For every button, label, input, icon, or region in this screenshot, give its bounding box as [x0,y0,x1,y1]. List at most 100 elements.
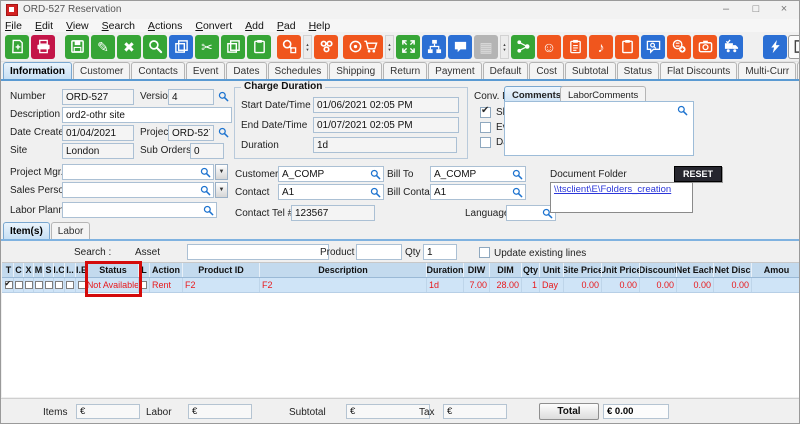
grid-col-product-id[interactable]: Product ID [183,263,260,277]
grid-col-dim[interactable]: DIM [490,263,522,277]
grid-col-unit[interactable]: Unit [540,263,564,277]
quote-search-icon[interactable] [641,35,665,59]
tab-cost[interactable]: Cost [529,62,564,79]
project-search-icon[interactable] [218,127,229,138]
event-pricing-checkbox[interactable] [480,122,491,133]
row-checkbox-l[interactable] [141,281,147,289]
maximize-button[interactable]: □ [745,3,767,15]
bill-contact-search-icon[interactable] [512,187,523,198]
date-created-field[interactable] [62,125,134,141]
total-button[interactable]: Total [539,403,599,420]
grid-cell-dim[interactable]: 28.00 [490,278,522,292]
expand-icon[interactable] [396,35,420,59]
reset-button[interactable]: RESET [674,166,722,182]
asset-input[interactable] [187,244,329,260]
sales-person-field[interactable] [62,182,214,198]
bill-to-field[interactable] [430,166,526,182]
labor-planner-field[interactable] [62,202,217,218]
grid-cell-status[interactable]: Not Available [88,278,139,292]
menu-file[interactable]: File [5,20,22,32]
document-folder-link[interactable]: \\tsclient\E\Folders_creation [554,184,671,195]
grid-col-amou[interactable]: Amou [752,263,800,277]
row-checkbox-i-e[interactable] [78,281,86,289]
menu-edit[interactable]: Edit [35,20,53,32]
tab-multi-curr[interactable]: Multi-Curr [738,62,796,79]
contact-tel-field[interactable] [291,205,375,221]
delete-icon[interactable]: ✖ [117,35,141,59]
bill-contact-field[interactable] [430,184,526,200]
project-mgr-field[interactable] [62,164,214,180]
row-checkbox-m[interactable] [35,281,43,289]
grid-cell-net-disc[interactable]: 0.00 [714,278,752,292]
grid-cell-diw[interactable]: 7.00 [464,278,490,292]
grid-cell-action[interactable]: Rent [150,278,183,292]
tab-shipping[interactable]: Shipping [329,62,382,79]
show-suggestions-checkbox[interactable] [480,107,491,118]
grid-cell-unit[interactable]: Day [540,278,564,292]
project-mgr-search-icon[interactable] [200,167,211,178]
grid-cell-m[interactable] [34,278,44,292]
paste-icon[interactable] [247,35,271,59]
grid-col-t[interactable]: T [4,263,14,277]
customer-search-icon[interactable] [370,169,381,180]
crew-icon[interactable]: ☺ [537,35,561,59]
contact-field[interactable] [278,184,384,200]
grid-cell-discount[interactable]: 0.00 [640,278,677,292]
menu-view[interactable]: View [66,20,89,32]
menu-convert[interactable]: Convert [195,20,232,32]
grid-col-l[interactable]: L [139,263,150,277]
grid-cell-x[interactable] [24,278,34,292]
tab-customer[interactable]: Customer [73,62,130,79]
delivery-icon[interactable] [719,35,743,59]
notes-icon[interactable]: ♪ [589,35,613,59]
duration-field[interactable] [313,137,457,153]
menu-add[interactable]: Add [245,20,264,32]
grid-cell-c[interactable] [14,278,24,292]
tab-contacts[interactable]: Contacts [131,62,184,79]
grid-col-description[interactable]: Description [260,263,427,277]
cut-icon[interactable]: ✂ [195,35,219,59]
comments-tool-icon[interactable] [448,35,472,59]
edit-icon[interactable]: ✎ [91,35,115,59]
grid-col-s[interactable]: S [44,263,54,277]
menu-help[interactable]: Help [309,20,331,32]
language-field[interactable] [506,205,556,221]
qty-input[interactable] [423,244,457,260]
comments-search-icon[interactable] [677,105,688,116]
grid-cell-duration[interactable]: 1d [427,278,464,292]
grid-cell-t[interactable] [4,278,14,292]
grid-cell-l[interactable] [139,278,150,292]
tab-payment[interactable]: Payment [428,62,481,79]
minimize-button[interactable]: – [715,3,737,15]
grid-cell-qty[interactable]: 1 [522,278,540,292]
row-checkbox-i[interactable] [66,281,74,289]
options-icon[interactable] [314,35,338,59]
grid-col-i-c[interactable]: I.C [54,263,65,277]
grid-col-x[interactable]: X [24,263,34,277]
row-checkbox-s[interactable] [45,281,53,289]
search-items-icon[interactable] [277,35,301,59]
grid-col-unit-price[interactable]: Unit Price [602,263,640,277]
new-document-icon[interactable] [5,35,29,59]
grid-cell-product-id[interactable]: F2 [183,278,260,292]
row-checkbox-x[interactable] [25,281,33,289]
tab-labor[interactable]: Labor [51,222,91,239]
row-checkbox-t[interactable] [5,281,13,289]
grid-col-i-e[interactable]: I.E [76,263,88,277]
grid-col-i[interactable]: I.. [65,263,76,277]
grid-cell-i-c[interactable] [54,278,65,292]
grid-col-action[interactable]: Action [150,263,183,277]
description-field[interactable] [62,107,232,123]
close-button[interactable]: × [773,3,795,15]
day-week-month-pricing-checkbox[interactable] [480,137,491,148]
sales-person-dropdown[interactable]: ▼ [215,182,228,198]
project-mgr-dropdown[interactable]: ▼ [215,164,228,180]
tab-return[interactable]: Return [383,62,427,79]
grid-col-net-each[interactable]: Net Each [677,263,714,277]
project-field[interactable] [168,125,214,141]
sub-orders-field[interactable] [190,143,224,159]
tab-information[interactable]: Information [3,62,72,79]
search-items-dropdown[interactable]: ▲▼ [303,35,312,59]
menu-search[interactable]: Search [102,20,135,32]
tab-status[interactable]: Status [617,62,659,79]
